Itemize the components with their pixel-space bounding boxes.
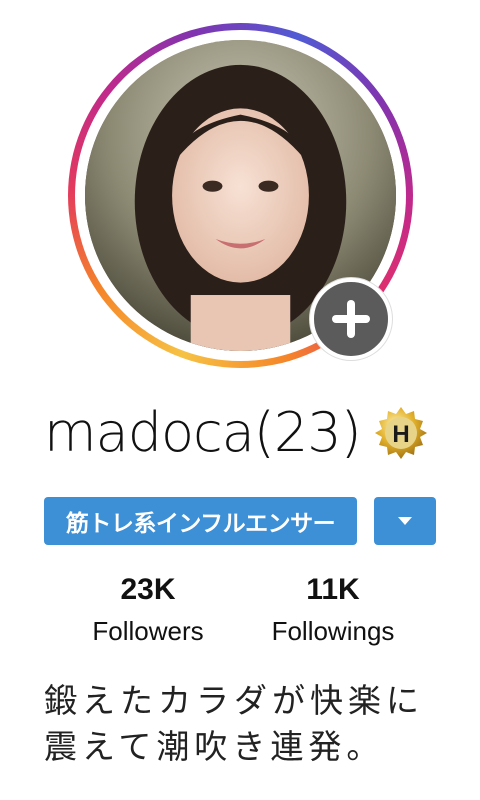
- bio-line: 震えて潮吹き連発。: [44, 727, 385, 766]
- following-count: 11K: [306, 573, 360, 606]
- caret-down-icon: [398, 517, 412, 525]
- name-row: madoca(23) H: [44, 405, 429, 461]
- dropdown-button[interactable]: [374, 497, 436, 545]
- username: madoca(23): [44, 401, 362, 464]
- gold-seal-icon: H: [373, 405, 429, 461]
- following-stat[interactable]: 11K Followings: [255, 572, 411, 647]
- following-label: Followings: [271, 616, 395, 646]
- followers-stat[interactable]: 23K Followers: [78, 572, 218, 647]
- badge-letter: H: [392, 421, 409, 448]
- category-button[interactable]: 筋トレ系インフルエンサー: [44, 497, 357, 545]
- bio-line: 鍛えたカラダが快楽に: [44, 681, 424, 720]
- bio: 鍛えたカラダが快楽に 震えて潮吹き連発。: [44, 678, 444, 770]
- plus-icon: [332, 300, 370, 338]
- followers-label: Followers: [92, 616, 204, 646]
- profile-avatar[interactable]: [68, 23, 413, 368]
- add-story-button[interactable]: [310, 278, 392, 360]
- followers-count: 23K: [120, 573, 176, 606]
